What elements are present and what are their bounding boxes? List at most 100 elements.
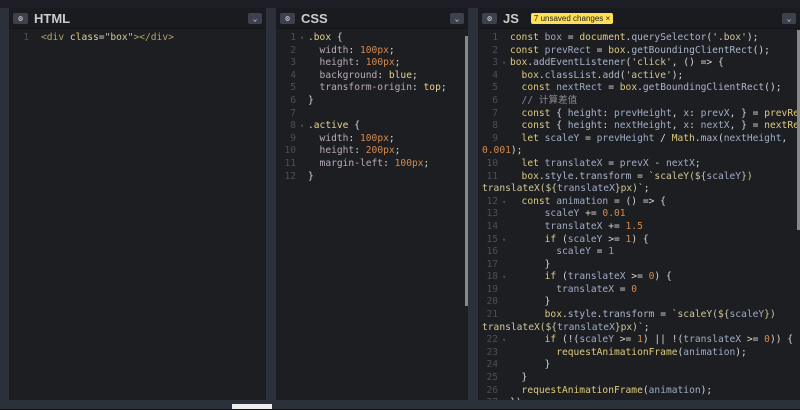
- code-line[interactable]: 10 let translateX = prevX - nextX;: [478, 158, 800, 171]
- bottom-bar: [0, 400, 800, 409]
- resize-handle[interactable]: [266, 8, 276, 400]
- code-line[interactable]: 13 scaleY += 0.01: [478, 208, 800, 221]
- code-token: }): [741, 170, 753, 182]
- line-number: 1: [492, 32, 498, 43]
- code-line[interactable]: 19 translateX = 0: [478, 284, 800, 297]
- top-toolbar: [0, 0, 800, 8]
- fold-toggle-icon: [502, 284, 510, 297]
- gear-icon[interactable]: ⚙: [13, 12, 28, 24]
- code-line[interactable]: 4 background: blue;: [276, 70, 468, 83]
- code-line[interactable]: 5 const nextRect = box. getBoundingClient…: [478, 82, 800, 95]
- code-token: 100px: [360, 44, 389, 56]
- fold-toggle-icon[interactable]: ▾: [502, 234, 510, 247]
- code-token: scaleY: [567, 233, 603, 245]
- code-token: box: [510, 57, 528, 69]
- code-line[interactable]: 11 margin-left: 100px;: [276, 158, 468, 171]
- code-token: scaleY: [579, 334, 614, 346]
- code-token: {: [556, 120, 568, 132]
- code-editor[interactable]: 1 const box = document. querySelector('.bo…: [478, 29, 800, 410]
- code-line[interactable]: 25 }: [478, 372, 800, 385]
- fold-toggle-icon[interactable]: ▾: [502, 57, 510, 70]
- gear-icon[interactable]: ⚙: [280, 12, 295, 24]
- code-line[interactable]: 18 ▾ if (translateX >= 0) {: [478, 271, 800, 284]
- code-line[interactable]: 8 const { height: nextHeight, x: nextX, …: [478, 120, 800, 133]
- scrollbar[interactable]: [465, 36, 468, 306]
- chevron-down-icon[interactable]: ⌄: [450, 12, 464, 24]
- code-line[interactable]: 24 }: [478, 359, 800, 372]
- code-line[interactable]: 5 transform-origin: top;: [276, 82, 468, 95]
- code-line[interactable]: 0.001);: [478, 145, 800, 158]
- code-line[interactable]: 15 ▾ if (scaleY >= 1) {: [478, 234, 800, 247]
- code-line[interactable]: 12 ▾ const animation = () => {: [478, 196, 800, 209]
- code-line[interactable]: 1 const box = document. querySelector('.bo…: [478, 32, 800, 45]
- code-line[interactable]: 9 width: 100px;: [276, 133, 468, 146]
- code-token: transform-origin: [308, 82, 412, 94]
- fold-toggle-icon: [502, 246, 510, 259]
- code-token: translateX: [683, 334, 742, 346]
- code-line[interactable]: 16 scaleY = 1: [478, 246, 800, 259]
- code-line[interactable]: 3 ▾ box. addEventListener('click', () => {: [478, 57, 800, 70]
- code-line[interactable]: translateX(${translateX}px)`;: [478, 322, 800, 335]
- chevron-down-icon[interactable]: ⌄: [248, 12, 262, 24]
- code-token: ,: [781, 132, 788, 144]
- code-editor[interactable]: 1 <div class = "box" ></div>: [9, 29, 266, 45]
- code-line[interactable]: 2 const prevRect = box. getBoundingClientR…: [478, 45, 800, 58]
- code-line[interactable]: 6 // 计算差值: [478, 95, 800, 108]
- code-token: style: [544, 170, 574, 182]
- code-token: =: [654, 309, 672, 321]
- line-number: 3: [290, 57, 296, 69]
- code-token: , () => {: [671, 57, 724, 69]
- code-token: if: [510, 271, 562, 283]
- code-line[interactable]: 22 ▾ if (!(scaleY >= 1) || !(translateX >…: [478, 334, 800, 347]
- fold-toggle-icon[interactable]: ▾: [300, 120, 308, 133]
- code-token: margin-left: [308, 157, 384, 169]
- code-line[interactable]: 21 box. style. transform = `scaleY(${scale…: [478, 309, 800, 322]
- code-token: requestAnimationFrame: [510, 384, 643, 396]
- code-line[interactable]: 17 }: [478, 259, 800, 272]
- code-line[interactable]: 3 height: 100px;: [276, 57, 468, 70]
- fold-toggle-icon[interactable]: ▾: [502, 196, 510, 209]
- horizontal-scroll-handle[interactable]: [232, 404, 272, 409]
- code-token: 200px: [365, 145, 395, 157]
- code-line[interactable]: 10 height: 200px;: [276, 145, 468, 158]
- fold-toggle-icon[interactable]: ▾: [300, 32, 308, 45]
- resize-handle[interactable]: [468, 8, 478, 400]
- unsaved-changes-badge[interactable]: 7 unsaved changes ×: [530, 12, 614, 24]
- code-line[interactable]: 7 const { height: prevHeight, x: prevX, …: [478, 108, 800, 121]
- fold-toggle-icon: [502, 221, 510, 234]
- code-line[interactable]: 6}: [276, 95, 468, 108]
- code-line[interactable]: 12}: [276, 171, 468, 184]
- line-number: 13: [486, 208, 498, 220]
- line-number: 1: [290, 32, 296, 43]
- code-line[interactable]: 1 ▾ .box {: [276, 32, 468, 45]
- code-token: , } =: [729, 120, 765, 132]
- code-token: {: [348, 120, 360, 132]
- code-token: const: [510, 44, 545, 56]
- code-line[interactable]: translateX(${translateX}px)`;: [478, 183, 800, 196]
- code-line[interactable]: 20 }: [478, 296, 800, 309]
- line-number: 24: [486, 359, 498, 371]
- code-editor[interactable]: 1 ▾ .box {2 width: 100px; 3 height: 100px; 4…: [276, 29, 468, 183]
- code-token: =: [561, 32, 580, 43]
- code-token: .box: [308, 32, 332, 43]
- chevron-down-icon[interactable]: ⌄: [782, 12, 796, 24]
- fold-toggle-icon[interactable]: ▾: [502, 334, 510, 347]
- code-line[interactable]: 26 requestAnimationFrame(animation);: [478, 385, 800, 398]
- gear-icon[interactable]: ⚙: [482, 12, 497, 24]
- code-line[interactable]: 1 <div class = "box" ></div>: [9, 32, 266, 45]
- code-token: 0: [631, 283, 638, 295]
- code-line[interactable]: 2 width: 100px;: [276, 45, 468, 58]
- code-token: ;: [423, 157, 430, 169]
- code-line[interactable]: 23 requestAnimationFrame(animation);: [478, 347, 800, 360]
- code-line[interactable]: 4 box. classList. add('active');: [478, 70, 800, 83]
- code-token: ) {: [631, 233, 649, 245]
- code-line[interactable]: 14 translateX += 1.5: [478, 221, 800, 234]
- code-line[interactable]: 9 let scaleY = prevHeight / Math. max(nex…: [478, 133, 800, 146]
- line-number: 17: [486, 258, 498, 270]
- code-line[interactable]: 8 ▾ .active {: [276, 120, 468, 133]
- code-token: height: [567, 120, 603, 132]
- code-token: >=: [741, 334, 765, 346]
- code-line[interactable]: 11 box. style. transform = `scaleY(${scale…: [478, 171, 800, 184]
- code-line[interactable]: 7: [276, 108, 468, 121]
- fold-toggle-icon[interactable]: ▾: [502, 271, 510, 284]
